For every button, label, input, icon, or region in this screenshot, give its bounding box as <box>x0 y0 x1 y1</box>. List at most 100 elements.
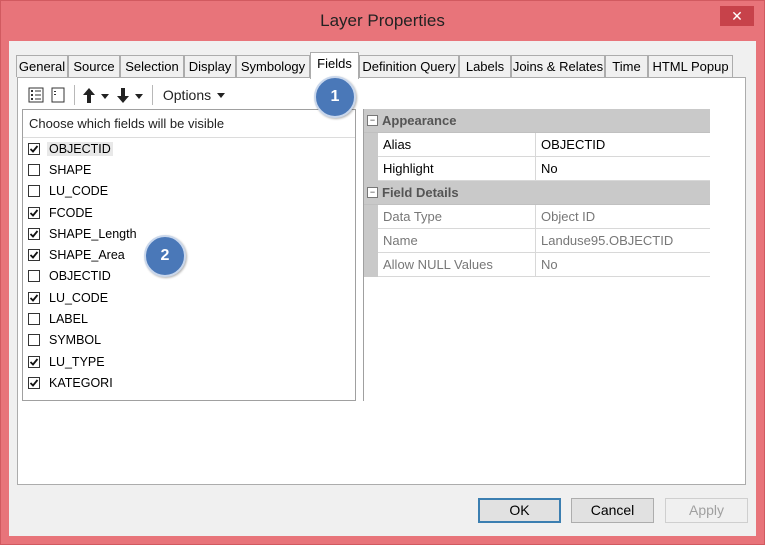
field-row[interactable]: SYMBOL <box>23 330 355 351</box>
property-highlight[interactable]: Highlight No <box>364 157 710 181</box>
apply-button: Apply <box>665 498 748 523</box>
table-view-button[interactable] <box>26 85 46 105</box>
callout-1: 1 <box>314 76 356 118</box>
property-name: Name <box>383 233 418 248</box>
close-icon: ✕ <box>731 8 743 24</box>
fields-tab-panel: Options Choose which fields will be visi… <box>17 77 746 485</box>
field-row[interactable]: LU_CODE <box>23 181 355 202</box>
collapse-icon[interactable]: − <box>367 187 378 198</box>
field-row[interactable]: OBJECTID <box>23 266 355 287</box>
toolbar-separator <box>74 85 75 105</box>
property-name-row: Name Landuse95.OBJECTID <box>364 229 710 253</box>
tab-symbology[interactable]: Symbology <box>236 55 310 77</box>
field-name: LU_CODE <box>49 184 109 199</box>
field-visible-checkbox[interactable] <box>28 355 40 368</box>
options-dropdown[interactable]: Options <box>158 85 234 105</box>
cancel-button[interactable]: Cancel <box>571 498 654 523</box>
toolbar-separator <box>152 85 153 105</box>
field-visible-checkbox[interactable] <box>28 142 40 155</box>
field-row[interactable]: OBJECTID <box>23 138 355 159</box>
category-appearance[interactable]: − Appearance <box>364 109 710 133</box>
field-row[interactable]: SHAPE_Area <box>23 244 355 265</box>
tab-source[interactable]: Source <box>68 55 120 77</box>
allow-null-value: No <box>541 257 558 272</box>
ok-button[interactable]: OK <box>478 498 561 523</box>
move-up-button[interactable] <box>80 85 112 105</box>
field-name: LU_CODE <box>49 290 109 305</box>
field-name: OBJECTID <box>49 269 111 284</box>
options-label: Options <box>162 87 212 103</box>
callout-2: 2 <box>144 235 186 277</box>
field-list-header: Choose which fields will be visible <box>23 110 355 138</box>
data-type-value: Object ID <box>541 209 596 224</box>
dialog-client-area: General Source Selection Display Symbolo… <box>9 41 756 536</box>
checkmark-icon <box>29 145 39 153</box>
field-row[interactable]: KATEGORI <box>23 372 355 393</box>
move-up-arrow-icon <box>83 88 109 103</box>
checkmark-icon <box>29 294 39 302</box>
field-name: SHAPE_Area <box>49 248 125 263</box>
field-row[interactable]: LABEL <box>23 308 355 329</box>
field-row[interactable]: SHAPE_Length <box>23 223 355 244</box>
field-row[interactable]: LU_CODE <box>23 287 355 308</box>
field-row[interactable]: SHAPE <box>23 159 355 180</box>
tab-general[interactable]: General <box>16 55 68 77</box>
field-name: LU_TYPE <box>49 354 105 369</box>
chevron-down-icon <box>217 93 226 98</box>
property-name: Data Type <box>383 209 443 224</box>
list-view-icon <box>51 87 65 103</box>
tab-definition-query[interactable]: Definition Query <box>359 55 459 77</box>
field-visible-checkbox[interactable] <box>28 376 40 389</box>
close-button[interactable]: ✕ <box>720 6 754 26</box>
tab-strip: General Source Selection Display Symbolo… <box>16 52 756 79</box>
tab-selection[interactable]: Selection <box>120 55 184 77</box>
field-visibility-list[interactable]: Choose which fields will be visible OBJE… <box>22 109 356 401</box>
field-visible-checkbox[interactable] <box>28 227 40 240</box>
field-visible-checkbox[interactable] <box>28 249 40 262</box>
property-alias[interactable]: Alias OBJECTID <box>364 133 710 157</box>
tab-html-popup[interactable]: HTML Popup <box>648 55 733 77</box>
table-view-icon <box>28 87 44 103</box>
tab-display[interactable]: Display <box>184 55 236 77</box>
field-visible-checkbox[interactable] <box>28 185 40 198</box>
field-visible-checkbox[interactable] <box>28 313 40 326</box>
title-bar[interactable]: Layer Properties ✕ <box>1 1 764 41</box>
property-allow-null: Allow NULL Values No <box>364 253 710 277</box>
property-name: Highlight <box>383 161 434 176</box>
list-view-button[interactable] <box>48 85 68 105</box>
field-rows: OBJECTID SHAPE LU_CODE FCODE SHAPE_Length SHA… <box>23 138 355 394</box>
field-name: SHAPE <box>49 162 92 177</box>
field-name: SHAPE_Length <box>49 226 137 241</box>
tab-labels[interactable]: Labels <box>459 55 511 77</box>
checkmark-icon <box>29 379 39 387</box>
category-label: Field Details <box>382 185 459 200</box>
field-name: LABEL <box>49 312 88 327</box>
field-visible-checkbox[interactable] <box>28 163 40 176</box>
checkmark-icon <box>29 208 39 217</box>
category-label: Appearance <box>382 113 457 128</box>
field-name-value: Landuse95.OBJECTID <box>541 233 674 248</box>
move-down-button[interactable] <box>114 85 146 105</box>
field-name: KATEGORI <box>49 375 113 390</box>
property-name: Allow NULL Values <box>383 257 493 272</box>
collapse-icon[interactable]: − <box>367 115 378 126</box>
highlight-value[interactable]: No <box>541 161 558 176</box>
field-visible-checkbox[interactable] <box>28 270 40 283</box>
tab-joins-relates[interactable]: Joins & Relates <box>511 55 605 77</box>
field-row[interactable]: FCODE <box>23 202 355 223</box>
property-data-type: Data Type Object ID <box>364 205 710 229</box>
layer-properties-window: Layer Properties ✕ General Source Select… <box>0 0 765 545</box>
field-visible-checkbox[interactable] <box>28 334 40 347</box>
category-field-details[interactable]: − Field Details <box>364 181 710 205</box>
checkmark-icon <box>29 230 39 238</box>
tab-fields[interactable]: Fields <box>310 52 359 79</box>
field-name: SYMBOL <box>49 333 102 348</box>
field-visible-checkbox[interactable] <box>28 291 40 304</box>
move-down-arrow-icon <box>117 88 143 103</box>
field-row[interactable]: LU_TYPE <box>23 351 355 372</box>
alias-value[interactable]: OBJECTID <box>541 137 605 152</box>
tab-time[interactable]: Time <box>605 55 648 77</box>
field-visible-checkbox[interactable] <box>28 206 40 219</box>
window-title: Layer Properties <box>320 11 445 30</box>
property-name: Alias <box>383 137 412 152</box>
